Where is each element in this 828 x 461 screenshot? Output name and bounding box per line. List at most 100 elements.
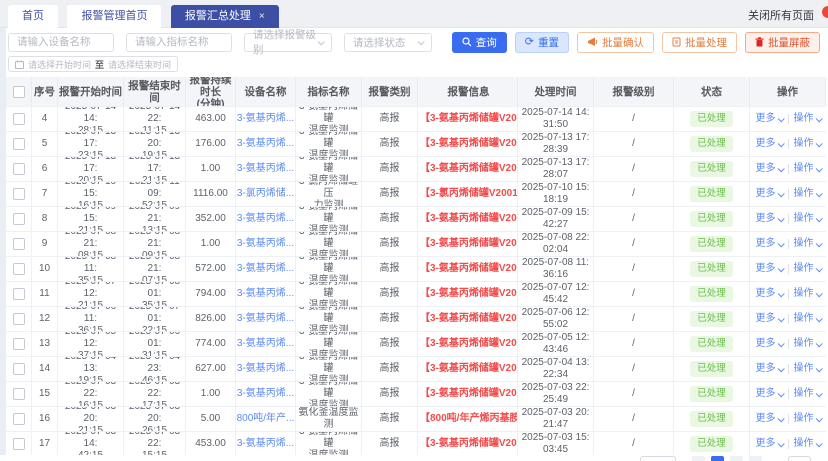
- search-button[interactable]: 查询: [451, 31, 507, 53]
- process-time: 2025-07-03 20: 21:47: [518, 407, 594, 431]
- row-index: 12: [32, 307, 58, 331]
- tab-home[interactable]: 首页: [8, 5, 58, 28]
- page-size-select[interactable]: [640, 456, 676, 461]
- row-checkbox[interactable]: [12, 388, 25, 400]
- action-dropdown[interactable]: 操作: [794, 263, 814, 275]
- more-dropdown[interactable]: 更多: [756, 338, 776, 350]
- table-row: 6 2025-07-13 17: 20:15 2025-07-13 17: 21…: [6, 157, 826, 182]
- row-actions: 更多 操作: [756, 413, 823, 425]
- reset-button[interactable]: ⟳ 重置: [514, 31, 569, 53]
- device-name-input[interactable]: [8, 32, 114, 52]
- chevron-down-icon: [777, 389, 785, 397]
- batch-confirm-button[interactable]: 批量确认: [577, 31, 654, 53]
- tab-close-icon[interactable]: ×: [259, 11, 265, 22]
- more-dropdown[interactable]: 更多: [756, 238, 776, 250]
- device-name-link[interactable]: 3-氨基丙烯...: [237, 263, 294, 275]
- more-dropdown[interactable]: 更多: [756, 388, 776, 400]
- alarm-end-time: 2025-07-03 22: 17:15: [124, 382, 186, 406]
- row-actions: 更多 操作: [756, 338, 823, 350]
- process-time: 2025-07-05 12: 43:46: [518, 332, 594, 356]
- action-dropdown[interactable]: 操作: [794, 238, 814, 250]
- alarm-type: 高报: [362, 357, 418, 381]
- device-name-link[interactable]: 3-氨基丙烯...: [237, 138, 294, 150]
- device-name-link[interactable]: 3-氨基丙烯...: [237, 113, 294, 125]
- action-dropdown[interactable]: 操作: [794, 188, 814, 200]
- row-index: 16: [32, 407, 58, 431]
- alarm-end-time: 2025-07-11 09: 52:15: [124, 182, 186, 206]
- prev-page-button[interactable]: [692, 456, 705, 461]
- action-dropdown[interactable]: 操作: [794, 138, 814, 150]
- row-checkbox[interactable]: [12, 113, 25, 125]
- indicator-name-input[interactable]: [126, 32, 232, 52]
- alarm-end-time: 2025-07-03 22: 15:15: [124, 432, 186, 456]
- row-checkbox[interactable]: [12, 438, 25, 450]
- page-3-button[interactable]: [749, 456, 762, 461]
- chevron-down-icon: [815, 214, 823, 222]
- device-name-link[interactable]: 800吨/年产...: [237, 413, 295, 425]
- action-dropdown[interactable]: 操作: [794, 163, 814, 175]
- device-name-link[interactable]: 3-氯丙烯储...: [237, 188, 294, 200]
- more-dropdown[interactable]: 更多: [756, 313, 776, 325]
- action-dropdown[interactable]: 操作: [794, 213, 814, 225]
- row-checkbox[interactable]: [12, 263, 25, 275]
- more-dropdown[interactable]: 更多: [756, 438, 776, 450]
- batch-process-button[interactable]: 批量处理: [662, 31, 737, 53]
- row-checkbox[interactable]: [12, 138, 25, 150]
- row-checkbox[interactable]: [12, 188, 25, 200]
- row-checkbox[interactable]: [12, 413, 25, 425]
- page-2-button[interactable]: [730, 456, 743, 461]
- device-name-link[interactable]: 3-氨基丙烯...: [237, 313, 294, 325]
- more-dropdown[interactable]: 更多: [756, 288, 776, 300]
- page-1-button[interactable]: [711, 456, 724, 461]
- batch-shield-button[interactable]: 批量屏蔽: [745, 31, 820, 53]
- action-dropdown[interactable]: 操作: [794, 363, 814, 375]
- alarm-duration: 1.00: [186, 382, 236, 406]
- more-dropdown[interactable]: 更多: [756, 263, 776, 275]
- action-dropdown[interactable]: 操作: [794, 288, 814, 300]
- close-all-pages-button[interactable]: 关闭所有页面: [748, 7, 814, 23]
- more-dropdown[interactable]: 更多: [756, 413, 776, 425]
- alarm-level: /: [594, 182, 674, 206]
- tab-alarm-management-home[interactable]: 报警管理首页: [67, 5, 162, 28]
- device-name-link[interactable]: 3-氨基丙烯...: [237, 213, 294, 225]
- row-checkbox[interactable]: [12, 213, 25, 225]
- date-range-picker[interactable]: 请选择开始时间 至 请选择结束时间: [8, 56, 179, 72]
- more-dropdown[interactable]: 更多: [756, 363, 776, 375]
- header-indicator: 指标名称: [296, 77, 362, 106]
- alarm-level: /: [594, 282, 674, 306]
- status-select[interactable]: 请选择状态: [343, 32, 432, 52]
- more-dropdown[interactable]: 更多: [756, 213, 776, 225]
- action-dropdown[interactable]: 操作: [794, 438, 814, 450]
- alarm-summary-page: 首页 报警管理首页 报警汇总处理 × 关闭所有页面 请选择报警级别 请选择状态: [0, 0, 828, 461]
- row-checkbox[interactable]: [12, 363, 25, 375]
- alarm-type: 高报: [362, 132, 418, 156]
- device-name-link[interactable]: 3-氨基丙烯...: [237, 288, 294, 300]
- row-checkbox[interactable]: [12, 313, 25, 325]
- device-name-link[interactable]: 3-氨基丙烯...: [237, 338, 294, 350]
- device-name-link[interactable]: 3-氨基丙烯...: [237, 238, 294, 250]
- indicator-name: 3-氨基丙烯储罐 温度监测: [296, 232, 362, 256]
- alarm-duration: 1.00: [186, 157, 236, 181]
- action-dropdown[interactable]: 操作: [794, 388, 814, 400]
- page-jump-input[interactable]: [788, 456, 811, 461]
- more-dropdown[interactable]: 更多: [756, 163, 776, 175]
- device-name-link[interactable]: 3-氨基丙烯...: [237, 363, 294, 375]
- select-all-checkbox[interactable]: [12, 85, 25, 98]
- row-checkbox[interactable]: [12, 238, 25, 250]
- row-checkbox[interactable]: [12, 163, 25, 175]
- action-dropdown[interactable]: 操作: [794, 338, 814, 350]
- device-name-link[interactable]: 3-氨基丙烯...: [237, 163, 294, 175]
- row-checkbox[interactable]: [12, 288, 25, 300]
- row-checkbox[interactable]: [12, 338, 25, 350]
- device-name-link[interactable]: 3-氨基丙烯...: [237, 438, 294, 450]
- chevron-down-icon: [815, 289, 823, 297]
- more-dropdown[interactable]: 更多: [756, 113, 776, 125]
- tab-alarm-summary[interactable]: 报警汇总处理 ×: [170, 5, 279, 28]
- action-dropdown[interactable]: 操作: [794, 413, 814, 425]
- action-dropdown[interactable]: 操作: [794, 313, 814, 325]
- more-dropdown[interactable]: 更多: [756, 188, 776, 200]
- more-dropdown[interactable]: 更多: [756, 138, 776, 150]
- alarm-level-select[interactable]: 请选择报警级别: [244, 29, 332, 56]
- device-name-link[interactable]: 3-氨基丙烯...: [237, 388, 294, 400]
- action-dropdown[interactable]: 操作: [794, 113, 814, 125]
